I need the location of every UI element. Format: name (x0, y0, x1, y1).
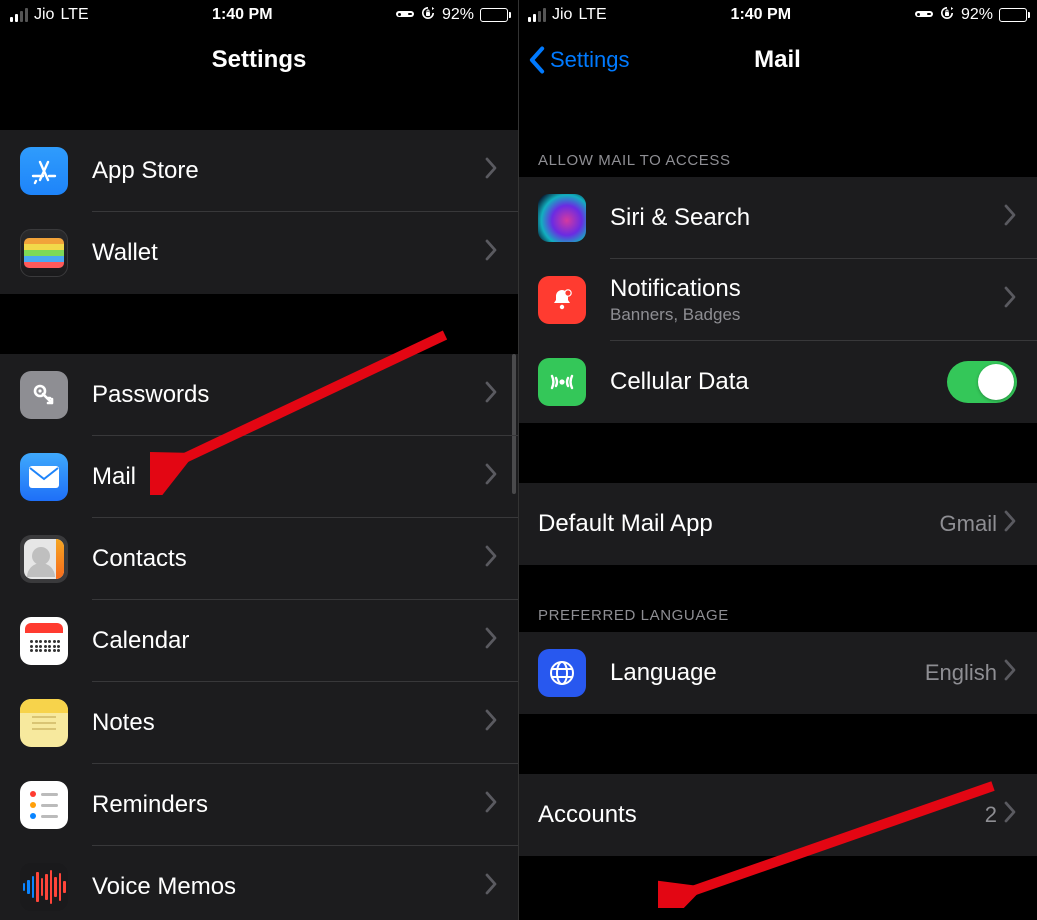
cellular-label: Cellular Data (610, 368, 947, 396)
dnd-icon (396, 7, 414, 23)
mail-row-default-app[interactable]: Default Mail App Gmail (518, 483, 1037, 565)
notifications-icon (538, 276, 586, 324)
battery-pct-label: 92% (442, 6, 474, 24)
cellular-icon (538, 358, 586, 406)
chevron-right-icon (484, 873, 498, 902)
carrier-label: Jio (552, 6, 572, 24)
nav-bar: Settings (0, 30, 518, 90)
notifications-subtitle: Banners, Badges (610, 305, 741, 325)
mail-icon (20, 453, 68, 501)
settings-row-contacts[interactable]: Contacts (0, 518, 518, 600)
chevron-right-icon (484, 545, 498, 574)
siri-icon (538, 194, 586, 242)
chevron-left-icon (528, 46, 546, 74)
settings-row-reminders[interactable]: Reminders (0, 764, 518, 846)
default-app-label: Default Mail App (538, 510, 940, 538)
mail-label: Mail (92, 463, 484, 491)
status-bar: Jio LTE 1:40 PM 92% (518, 0, 1037, 30)
signal-icon (10, 8, 28, 22)
clock-label: 1:40 PM (731, 6, 791, 24)
settings-row-app-store[interactable]: App Store (0, 130, 518, 212)
chevron-right-icon (484, 381, 498, 410)
orientation-lock-icon (939, 6, 955, 25)
settings-row-wallet[interactable]: Wallet (0, 212, 518, 294)
chevron-right-icon (1003, 286, 1017, 315)
section-header-preferred-language: PREFERRED LANGUAGE (518, 565, 1037, 632)
chevron-right-icon (484, 709, 498, 738)
battery-pct-label: 92% (961, 6, 993, 24)
page-title: Mail (754, 46, 801, 74)
language-label: Language (610, 659, 925, 687)
app-store-label: App Store (92, 157, 484, 185)
chevron-right-icon (1003, 801, 1017, 830)
chevron-right-icon (1003, 659, 1017, 688)
mail-row-siri-search[interactable]: Siri & Search (518, 177, 1037, 259)
wallet-icon (20, 229, 68, 277)
voice-memos-label: Voice Memos (92, 873, 484, 901)
chevron-right-icon (484, 157, 498, 186)
battery-icon (999, 8, 1027, 22)
app-store-icon (20, 147, 68, 195)
section-header-allow-access: ALLOW MAIL TO ACCESS (518, 90, 1037, 177)
battery-icon (480, 8, 508, 22)
voice-memos-icon (20, 863, 68, 911)
carrier-label: Jio (34, 6, 54, 24)
siri-label: Siri & Search (610, 204, 1003, 232)
contacts-icon (20, 535, 68, 583)
settings-row-calendar[interactable]: Calendar (0, 600, 518, 682)
settings-row-mail[interactable]: Mail (0, 436, 518, 518)
language-value: English (925, 660, 997, 686)
clock-label: 1:40 PM (212, 6, 272, 24)
chevron-right-icon (484, 239, 498, 268)
orientation-lock-icon (420, 6, 436, 25)
globe-icon (538, 649, 586, 697)
passwords-label: Passwords (92, 381, 484, 409)
back-button[interactable]: Settings (528, 46, 630, 74)
notes-label: Notes (92, 709, 484, 737)
chevron-right-icon (1003, 510, 1017, 539)
signal-icon (528, 8, 546, 22)
notifications-label: Notifications (610, 275, 741, 303)
default-app-value: Gmail (940, 511, 997, 537)
settings-row-passwords[interactable]: Passwords (0, 354, 518, 436)
contacts-label: Contacts (92, 545, 484, 573)
back-label: Settings (550, 47, 630, 73)
network-label: LTE (578, 6, 606, 24)
calendar-label: Calendar (92, 627, 484, 655)
settings-row-notes[interactable]: Notes (0, 682, 518, 764)
mail-row-cellular-data[interactable]: Cellular Data (518, 341, 1037, 423)
status-bar: Jio LTE 1:40 PM 92% (0, 0, 518, 30)
mail-row-language[interactable]: Language English (518, 632, 1037, 714)
phone-mail: Jio LTE 1:40 PM 92% Settings Mail (518, 0, 1037, 920)
mail-row-accounts[interactable]: Accounts 2 (518, 774, 1037, 856)
mail-row-notifications[interactable]: Notifications Banners, Badges (518, 259, 1037, 341)
nav-bar: Settings Mail (518, 30, 1037, 90)
chevron-right-icon (484, 791, 498, 820)
notes-icon (20, 699, 68, 747)
key-icon (20, 371, 68, 419)
page-title: Settings (212, 46, 307, 74)
reminders-label: Reminders (92, 791, 484, 819)
wallet-label: Wallet (92, 239, 484, 267)
calendar-icon (20, 617, 68, 665)
network-label: LTE (60, 6, 88, 24)
chevron-right-icon (1003, 204, 1017, 233)
dnd-icon (915, 7, 933, 23)
accounts-value: 2 (985, 802, 997, 828)
phone-settings: Jio LTE 1:40 PM 92% Settings (0, 0, 518, 920)
cellular-toggle[interactable] (947, 361, 1017, 403)
chevron-right-icon (484, 463, 498, 492)
reminders-icon (20, 781, 68, 829)
accounts-label: Accounts (538, 801, 985, 829)
settings-row-voice-memos[interactable]: Voice Memos (0, 846, 518, 920)
chevron-right-icon (484, 627, 498, 656)
